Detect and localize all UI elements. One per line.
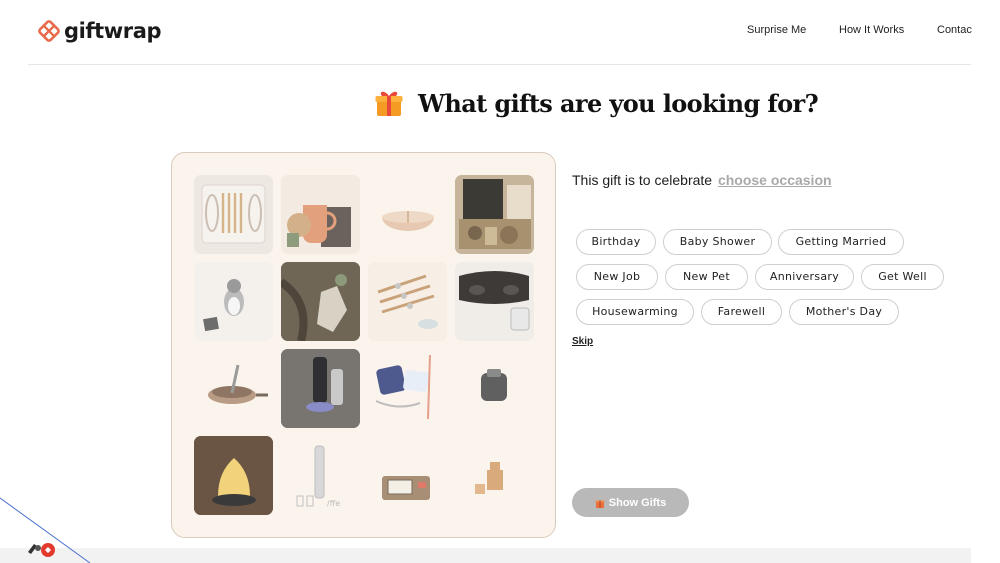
occasion-chip-baby-shower[interactable]: Baby Shower <box>663 229 772 255</box>
occasion-chip-mothers-day[interactable]: Mother's Day <box>789 299 899 325</box>
gift-image-collage: /ffe <box>171 152 556 538</box>
occasion-chip-new-pet[interactable]: New Pet <box>665 264 748 290</box>
occasion-chip-get-well[interactable]: Get Well <box>861 264 944 290</box>
choose-occasion-link[interactable]: choose occasion <box>718 172 832 188</box>
occasion-chip-birthday[interactable]: Birthday <box>576 229 656 255</box>
page-title: What gifts are you looking for? <box>418 88 819 118</box>
occasion-chip-farewell[interactable]: Farewell <box>701 299 782 325</box>
product-thumbnail <box>281 175 360 254</box>
header-divider <box>28 64 971 65</box>
brand-name: giftwrap <box>64 19 162 43</box>
prompt-text: This gift is to celebrate <box>572 172 713 188</box>
product-thumbnail <box>455 175 534 254</box>
bottom-scroll-shadow <box>0 548 971 563</box>
product-thumbnail <box>368 262 447 341</box>
product-thumbnail <box>368 175 447 254</box>
product-thumbnail <box>455 349 534 428</box>
gift-box-icon <box>375 91 403 116</box>
show-gifts-label: Show Gifts <box>608 496 667 509</box>
product-thumbnail <box>194 436 273 515</box>
product-thumbnail <box>368 349 447 428</box>
occasion-chip-new-job[interactable]: New Job <box>576 264 658 290</box>
show-gifts-button[interactable]: Show Gifts <box>572 488 689 517</box>
skip-link[interactable]: Skip <box>572 336 593 347</box>
product-thumbnail <box>194 262 273 341</box>
nav-link-contact[interactable]: Contac <box>937 24 972 36</box>
occasion-chip-anniversary[interactable]: Anniversary <box>755 264 854 290</box>
product-thumbnail <box>194 175 273 254</box>
giftwrap-logo-icon <box>38 20 60 42</box>
page-heading: What gifts are you looking for? <box>374 88 819 118</box>
occasion-chip-housewarming[interactable]: Housewarming <box>576 299 694 325</box>
brand-logo[interactable]: giftwrap <box>38 17 162 45</box>
gift-icon <box>595 500 605 508</box>
svg-text:/ffe: /ffe <box>327 499 340 508</box>
product-thumbnail <box>368 436 447 515</box>
product-thumbnail <box>194 349 273 428</box>
product-thumbnail: /ffe <box>281 436 360 515</box>
nav-link-how-it-works[interactable]: How It Works <box>839 24 904 36</box>
occasion-chip-getting-married[interactable]: Getting Married <box>778 229 904 255</box>
nav-link-surprise-me[interactable]: Surprise Me <box>747 24 806 36</box>
product-thumbnail <box>281 349 360 428</box>
product-thumbnail <box>455 262 534 341</box>
product-thumbnail <box>281 262 360 341</box>
occasion-prompt: This gift is to celebrate choose occasio… <box>572 172 832 188</box>
extension-widget-icon[interactable] <box>26 538 66 560</box>
product-thumbnail <box>455 436 534 515</box>
